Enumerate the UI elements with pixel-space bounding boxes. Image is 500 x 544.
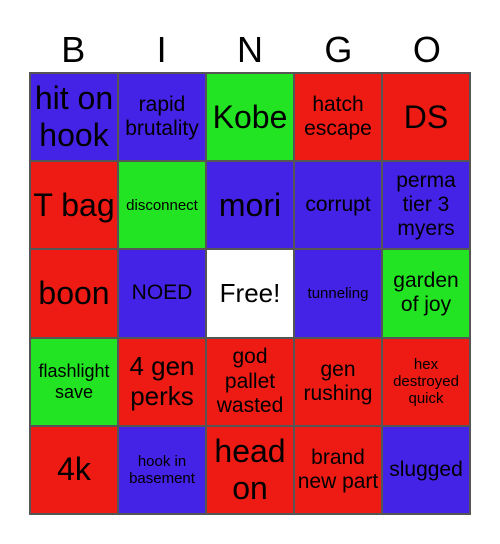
- bingo-cell[interactable]: 4 gen perks: [118, 337, 206, 426]
- bingo-cell[interactable]: mori: [206, 161, 294, 250]
- bingo-cell[interactable]: slugged: [382, 425, 470, 514]
- bingo-cell[interactable]: hook in basement: [118, 425, 206, 514]
- bingo-cell[interactable]: god pallet wasted: [206, 337, 294, 426]
- header-letter: B: [61, 29, 86, 70]
- bingo-cell[interactable]: boon: [30, 249, 118, 338]
- header-letter: I: [156, 29, 167, 70]
- header-letter: N: [237, 29, 264, 70]
- bingo-cell[interactable]: corrupt: [294, 161, 382, 250]
- bingo-cell[interactable]: 4k: [30, 425, 118, 514]
- bingo-cell[interactable]: garden of joy: [382, 249, 470, 338]
- bingo-cell[interactable]: perma tier 3 myers: [382, 161, 470, 250]
- bingo-cell[interactable]: brand new part: [294, 425, 382, 514]
- bingo-cell[interactable]: gen rushing: [294, 337, 382, 426]
- header-letter: G: [324, 29, 353, 70]
- bingo-cell[interactable]: rapid brutality: [118, 73, 206, 162]
- bingo-cell[interactable]: NOED: [118, 249, 206, 338]
- bingo-cell[interactable]: Kobe: [206, 73, 294, 162]
- bingo-cell[interactable]: T bag: [30, 161, 118, 250]
- free-space-cell[interactable]: Free!: [206, 249, 294, 338]
- bingo-cell[interactable]: hex destroyed quick: [382, 337, 470, 426]
- bingo-cell[interactable]: DS: [382, 73, 470, 162]
- bingo-cell[interactable]: hit on hook: [30, 73, 118, 162]
- bingo-header: B I N G O: [29, 28, 471, 72]
- bingo-grid: hit on hook rapid brutality Kobe hatch esca…: [29, 72, 471, 515]
- bingo-cell[interactable]: head on: [206, 425, 294, 514]
- bingo-cell[interactable]: flashlight save: [30, 337, 118, 426]
- bingo-cell[interactable]: disconnect: [118, 161, 206, 250]
- bingo-cell[interactable]: hatch escape: [294, 73, 382, 162]
- header-letter: O: [412, 29, 441, 70]
- bingo-cell[interactable]: tunneling: [294, 249, 382, 338]
